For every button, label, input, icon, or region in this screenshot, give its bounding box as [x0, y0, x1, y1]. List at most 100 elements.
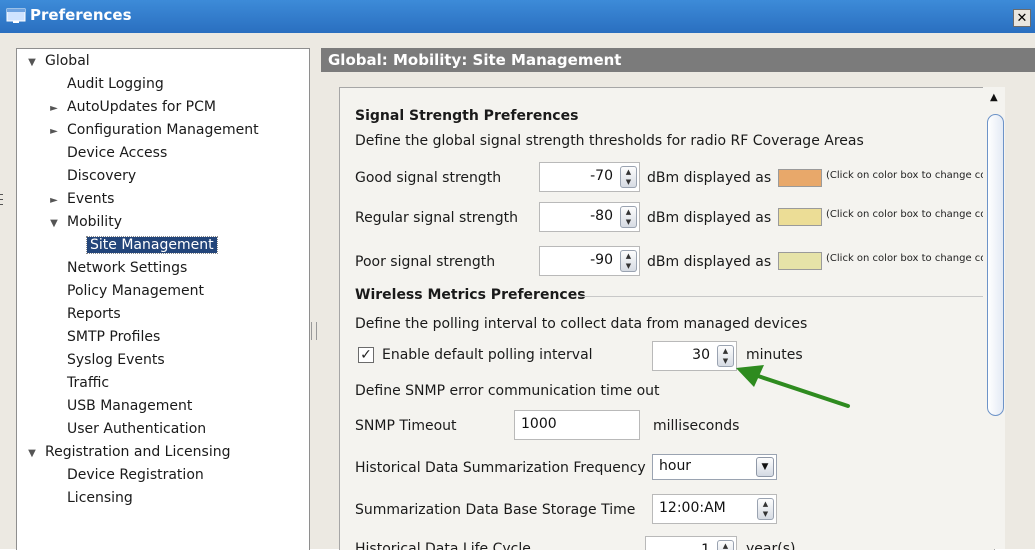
regular-signal-label: Regular signal strength — [355, 210, 518, 226]
tree-item-label: Device Access — [67, 145, 168, 161]
wireless-description: Define the polling interval to collect d… — [355, 316, 808, 332]
app-window-icon — [6, 8, 26, 23]
storage-time-stepper[interactable]: 12:00:AM ▲ ▼ — [652, 494, 777, 524]
tree-item-label: Mobility — [67, 214, 122, 230]
tree-item-label: Global — [45, 53, 90, 69]
poor-signal-stepper[interactable]: -90 ▲ ▼ — [539, 246, 640, 276]
window-title: Preferences — [30, 6, 132, 24]
tree-item-label: Audit Logging — [67, 76, 164, 92]
preferences-tree[interactable]: ▼ Global Audit Logging ► AutoUpdates for PCM… — [16, 48, 310, 550]
collapsed-arrow-icon[interactable]: ► — [47, 190, 61, 212]
spinner-control[interactable]: ▲▼ — [757, 498, 774, 520]
spin-down-icon[interactable]: ▼ — [621, 217, 636, 227]
frequency-label: Historical Data Summarization Frequency — [355, 460, 646, 476]
good-signal-label: Good signal strength — [355, 170, 502, 186]
storage-time-value: 12:00:AM — [659, 500, 726, 516]
tree-item[interactable]: Discovery — [47, 165, 136, 187]
tree-item-label: Configuration Management — [67, 122, 259, 138]
tree-item-label: Events — [67, 191, 115, 207]
tree-item-label: Registration and Licensing — [45, 444, 231, 460]
storage-time-label: Summarization Data Base Storage Time — [355, 502, 636, 518]
regular-unit-label: dBm displayed as — [647, 210, 772, 226]
spin-down-icon[interactable]: ▼ — [621, 261, 636, 271]
spinner-control[interactable]: ▲▼ — [620, 206, 637, 228]
spinner-control[interactable]: ▲▼ — [620, 166, 637, 188]
tree-item-label: Traffic — [67, 375, 110, 391]
tree-item[interactable]: Traffic — [47, 372, 109, 394]
scroll-thumb[interactable] — [987, 114, 1004, 416]
spin-down-icon[interactable]: ▼ — [758, 509, 773, 519]
tree-item[interactable]: Policy Management — [47, 280, 204, 302]
tree-item-label: User Authentication — [67, 421, 207, 437]
tree-item[interactable]: Network Settings — [47, 257, 187, 279]
tree-item[interactable]: ► AutoUpdates for PCM — [47, 96, 216, 118]
snmp-timeout-label: SNMP Timeout — [355, 418, 457, 434]
spin-up-icon[interactable]: ▲ — [758, 499, 773, 509]
tree-item[interactable]: Reports — [47, 303, 121, 325]
snmp-timeout-input[interactable]: 1000 — [514, 410, 640, 440]
splitter-handle[interactable] — [311, 322, 317, 340]
signal-description: Define the global signal strength thresh… — [355, 133, 864, 149]
background-edge-marks — [0, 190, 4, 230]
close-icon[interactable]: ✕ — [1013, 9, 1031, 27]
expanded-arrow-icon[interactable]: ▼ — [25, 443, 39, 465]
spin-up-icon[interactable]: ▲ — [718, 346, 733, 356]
good-color-swatch[interactable] — [778, 169, 822, 187]
spin-up-icon[interactable]: ▲ — [621, 207, 636, 217]
good-unit-label: dBm displayed as — [647, 170, 772, 186]
tree-item[interactable]: ► Events — [47, 188, 114, 210]
tree-item-label: SMTP Profiles — [67, 329, 161, 345]
tree-item[interactable]: Device Access — [47, 142, 167, 164]
window-titlebar: Preferences ✕ — [0, 0, 1035, 33]
tree-item-label: Reports — [67, 306, 121, 322]
tree-item[interactable]: ► Configuration Management — [47, 119, 259, 143]
section-divider — [580, 296, 992, 297]
collapsed-arrow-icon[interactable]: ► — [47, 98, 61, 120]
tree-item[interactable]: Device Registration — [47, 464, 204, 486]
tree-item[interactable]: User Authentication — [47, 418, 206, 440]
tree-item[interactable]: SMTP Profiles — [47, 326, 160, 348]
tree-item[interactable]: ▼ Global — [25, 50, 90, 72]
good-signal-stepper[interactable]: -70 ▲ ▼ — [539, 162, 640, 192]
spinner-control[interactable]: ▲▼ — [620, 250, 637, 272]
tree-item-label: Policy Management — [67, 283, 204, 299]
enable-polling-checkbox[interactable]: ✓ — [358, 347, 374, 363]
polling-interval-stepper[interactable]: 30 ▲ ▼ — [652, 341, 737, 371]
good-color-hint: (Click on color box to change co — [826, 170, 987, 181]
collapsed-arrow-icon[interactable]: ► — [47, 121, 61, 143]
life-cycle-stepper[interactable]: 1 ▲▼ — [645, 536, 737, 550]
expanded-arrow-icon[interactable]: ▼ — [25, 52, 39, 74]
scroll-up-icon[interactable]: ▲ — [990, 92, 998, 103]
page-title: Global: Mobility: Site Management — [328, 51, 622, 69]
polling-interval-value: 30 — [692, 347, 710, 363]
tree-item[interactable]: ▼ Registration and Licensing — [25, 441, 230, 463]
tree-item[interactable]: Site Management — [29, 234, 218, 256]
frequency-select[interactable]: hour ▼ — [652, 454, 777, 480]
poor-unit-label: dBm displayed as — [647, 254, 772, 270]
tree-item-label: Licensing — [67, 490, 133, 506]
signal-section-title: Signal Strength Preferences — [355, 108, 579, 124]
spin-up-icon[interactable]: ▲ — [621, 251, 636, 261]
page-header: Global: Mobility: Site Management — [321, 48, 1035, 72]
tree-item[interactable]: Audit Logging — [47, 73, 164, 95]
tree-item[interactable]: USB Management — [47, 395, 192, 417]
annotation-arrow-icon — [736, 365, 850, 408]
tree-item-label: Network Settings — [67, 260, 188, 276]
regular-signal-stepper[interactable]: -80 ▲ ▼ — [539, 202, 640, 232]
regular-color-swatch[interactable] — [778, 208, 822, 226]
enable-polling-label: Enable default polling interval — [382, 347, 593, 363]
tree-item-label: Site Management — [86, 236, 218, 254]
poor-color-swatch[interactable] — [778, 252, 822, 270]
spin-down-icon[interactable]: ▼ — [621, 177, 636, 187]
expanded-arrow-icon[interactable]: ▼ — [47, 213, 61, 235]
spin-up-icon[interactable]: ▲ — [621, 167, 636, 177]
tree-item-label: Device Registration — [67, 467, 204, 483]
chevron-down-icon[interactable]: ▼ — [756, 457, 774, 477]
tree-item-label: AutoUpdates for PCM — [67, 99, 216, 115]
good-signal-value: -70 — [590, 168, 613, 184]
snmp-unit-label: milliseconds — [653, 418, 740, 434]
tree-item[interactable]: Licensing — [47, 487, 133, 509]
tree-item[interactable]: ▼ Mobility — [47, 211, 122, 233]
tree-item[interactable]: Syslog Events — [47, 349, 165, 371]
vertical-scrollbar[interactable]: ▲ — [983, 87, 1005, 549]
